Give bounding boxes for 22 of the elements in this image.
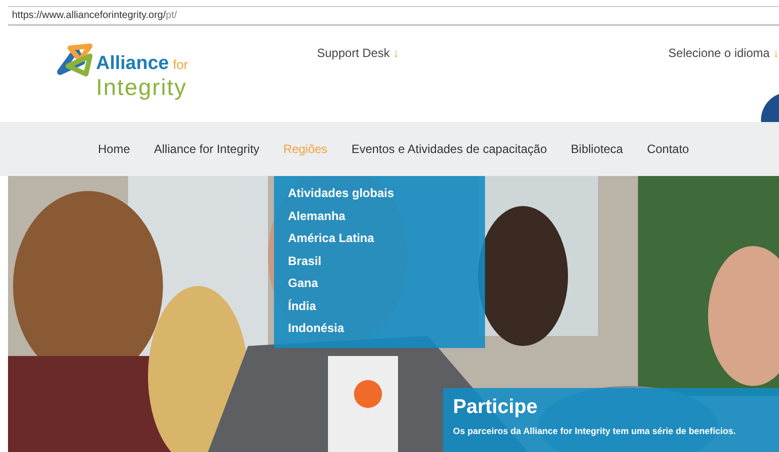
panel-text: Os parceiros da Alliance for Integrity tem uma série de benefícios. bbox=[453, 426, 737, 436]
dropdown-item[interactable]: América Latina bbox=[288, 230, 485, 246]
header-link[interactable]: Selecione o idioma ↓ bbox=[668, 46, 779, 62]
dropdown-item[interactable]: Atividades globais bbox=[288, 185, 485, 202]
logo-word: Alliance bbox=[96, 54, 169, 74]
panel-title: Participe bbox=[453, 396, 538, 418]
address-bar[interactable]: https://www.allianceforintegrity.org/pt/ bbox=[8, 6, 779, 26]
url-text: https://www.allianceforintegrity.org/pt/ bbox=[12, 10, 177, 21]
nav-item[interactable]: Contato bbox=[646, 142, 689, 156]
dropdown-item[interactable]: Indonésia bbox=[288, 320, 485, 336]
dropdown-item[interactable]: Gana bbox=[288, 275, 485, 292]
header-link[interactable]: Support Desk ↓ bbox=[317, 46, 400, 62]
decorative-arc bbox=[761, 94, 779, 122]
nav-item[interactable]: Alliance for Integrity bbox=[154, 142, 260, 156]
logo-word: for bbox=[172, 57, 188, 73]
nav-item[interactable]: Eventos e Atividades de capacitação bbox=[351, 142, 547, 156]
nav-item[interactable]: Home bbox=[98, 142, 130, 156]
dropdown-item[interactable]: Brasil bbox=[288, 252, 485, 269]
dropdown-item[interactable]: Alemanha bbox=[288, 208, 485, 224]
dropdown-item[interactable]: Índia bbox=[288, 298, 485, 314]
nav-item[interactable]: Biblioteca bbox=[570, 142, 623, 156]
logo-word: Integrity bbox=[96, 74, 188, 100]
